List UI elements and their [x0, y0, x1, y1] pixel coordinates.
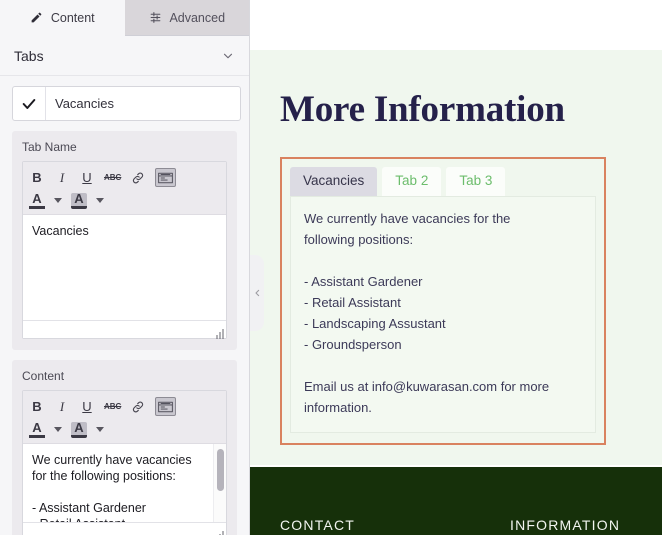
content-field-group: Content B I U ABC A A We currently have … [12, 360, 237, 535]
editor-panel: Content Advanced Tabs Vacancies Tab Name… [0, 0, 250, 535]
tab-advanced-label: Advanced [169, 10, 226, 25]
italic-button[interactable]: I [54, 168, 70, 187]
highlight-color-button[interactable]: A [71, 421, 87, 438]
bold-button[interactable]: B [29, 397, 45, 416]
link-icon[interactable] [130, 168, 146, 187]
tab-name-resize-bar [23, 320, 226, 339]
toolbar-row-2: A A [29, 189, 220, 212]
tab-name-label: Tab Name [22, 140, 77, 154]
tab-name-rte: B I U ABC A A Vacancies [22, 161, 227, 339]
content-scrollbar[interactable] [213, 444, 226, 522]
text-color-caret-icon[interactable] [54, 427, 62, 432]
content-label: Content [22, 369, 65, 383]
content-editor-text[interactable]: We currently have vacancies for the foll… [23, 444, 213, 522]
panel-tab-bar: Content Advanced [0, 0, 249, 36]
link-icon[interactable] [130, 397, 146, 416]
highlight-color-caret-icon[interactable] [96, 198, 104, 203]
tab-item-box [12, 86, 241, 121]
text-color-button[interactable]: A [29, 192, 45, 209]
text-color-button[interactable]: A [29, 421, 45, 438]
tab-name-field-group: Tab Name B I U ABC A A Vacancies [12, 131, 237, 350]
tabs-section-title: Tabs [14, 47, 44, 64]
code-icon[interactable] [155, 168, 177, 187]
tabs-section-header[interactable]: Tabs [0, 36, 249, 76]
app-root: Content Advanced Tabs Vacancies Tab Name… [0, 0, 662, 535]
tab-name-toolbar: B I U ABC A A [23, 162, 226, 215]
widget-tab-3[interactable]: Tab 3 [446, 167, 506, 196]
text-color-caret-icon[interactable] [54, 198, 62, 203]
content-toolbar: B I U ABC A A [23, 391, 226, 444]
footer-heading-contact: CONTACT [280, 517, 356, 533]
tab-item-row [0, 76, 249, 129]
panel-collapse-handle[interactable] [250, 255, 264, 331]
preview-topbar [250, 0, 662, 50]
content-toolbar-row-2: A A [29, 418, 220, 441]
toolbar-row-1: B I U ABC [29, 166, 220, 189]
tab-title-input[interactable] [46, 87, 240, 120]
highlight-color-button[interactable]: A [71, 192, 87, 209]
italic-button[interactable]: I [54, 397, 70, 416]
strikethrough-button[interactable]: ABC [104, 397, 121, 416]
widget-tab-vacancies[interactable]: Vacancies [290, 167, 378, 196]
bold-button[interactable]: B [29, 168, 45, 187]
footer-columns: CONTACT INFORMATION [250, 517, 662, 533]
sliders-icon [148, 11, 162, 25]
pencil-icon [30, 11, 44, 25]
highlight-color-caret-icon[interactable] [96, 427, 104, 432]
tab-name-editor-text[interactable]: Vacancies [23, 215, 226, 320]
tab-content[interactable]: Content [0, 0, 125, 36]
checkmark-icon[interactable] [13, 87, 46, 120]
content-editor-area[interactable]: We currently have vacancies for the foll… [23, 444, 226, 522]
content-resize-bar [23, 522, 226, 535]
tab-content-label: Content [50, 10, 95, 25]
chevron-down-icon[interactable] [221, 49, 235, 63]
chevron-left-icon [254, 289, 259, 297]
content-rte: B I U ABC A A We currently have vacancie… [22, 390, 227, 535]
resize-grip-icon[interactable] [214, 528, 224, 535]
content-toolbar-row-1: B I U ABC [29, 395, 220, 418]
tab-advanced[interactable]: Advanced [124, 0, 249, 36]
site-preview: More Information Vacancies Tab 2 Tab 3 W… [250, 0, 662, 535]
underline-button[interactable]: U [79, 168, 95, 187]
widget-tab-panel: We currently have vacancies for the foll… [290, 196, 596, 433]
page-heading: More Information [280, 89, 565, 130]
resize-grip-icon[interactable] [214, 326, 224, 339]
widget-tab-strip: Vacancies Tab 2 Tab 3 [290, 167, 596, 196]
footer-heading-information: INFORMATION [510, 517, 621, 533]
preview-content: More Information Vacancies Tab 2 Tab 3 W… [250, 50, 662, 465]
underline-button[interactable]: U [79, 397, 95, 416]
tabs-widget-selected[interactable]: Vacancies Tab 2 Tab 3 We currently have … [280, 157, 606, 445]
widget-tab-2[interactable]: Tab 2 [382, 167, 442, 196]
code-icon[interactable] [155, 397, 177, 416]
tab-name-editor-area[interactable]: Vacancies [23, 215, 226, 320]
site-footer: CONTACT INFORMATION [250, 467, 662, 535]
strikethrough-button[interactable]: ABC [104, 168, 121, 187]
